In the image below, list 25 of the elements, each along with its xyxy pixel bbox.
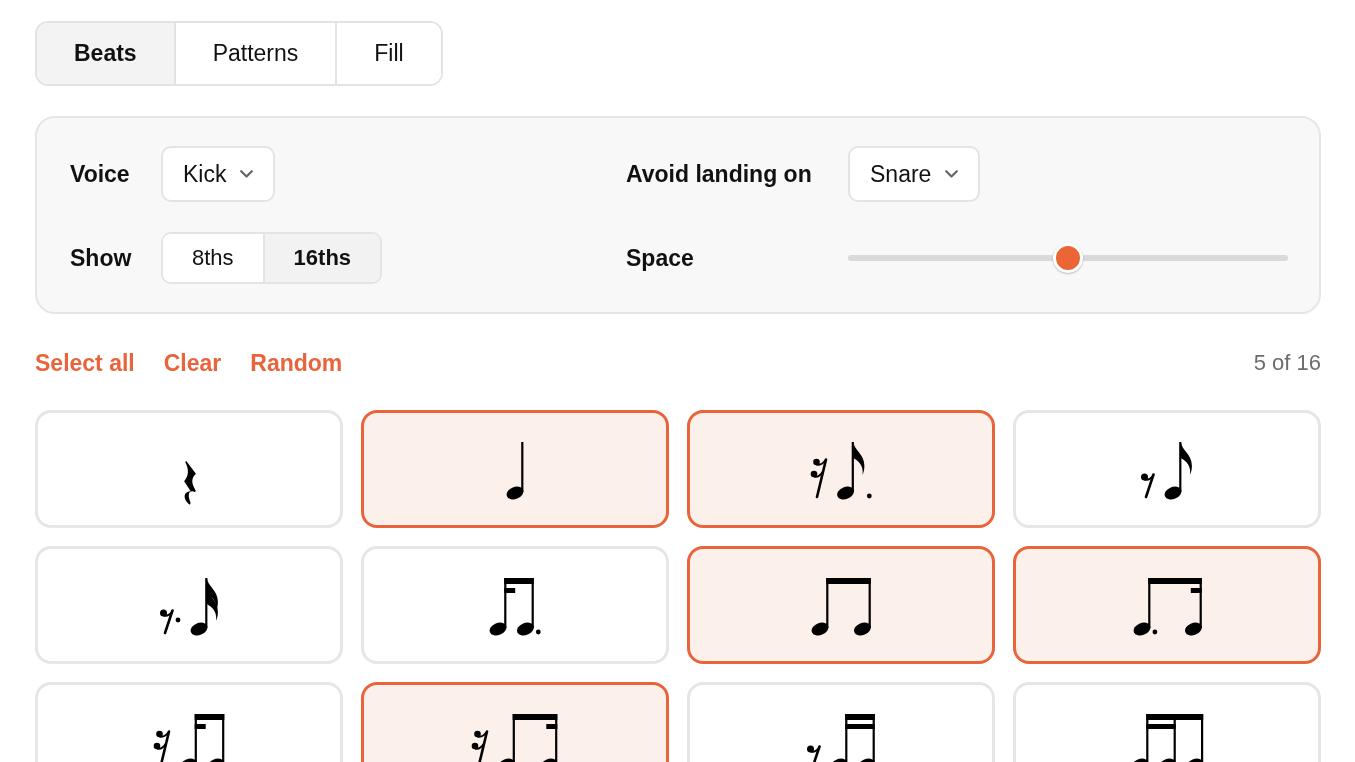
music-notation-icon xyxy=(806,714,876,762)
music-notation-icon xyxy=(809,442,873,500)
rhythm-card[interactable] xyxy=(1013,546,1321,664)
music-notation-icon xyxy=(1131,578,1203,636)
chevron-down-icon xyxy=(945,170,959,178)
dropdown[interactable]: Snare xyxy=(848,146,981,202)
field-label: Voice xyxy=(70,160,131,188)
tab[interactable]: Fill xyxy=(335,23,441,84)
music-notation-icon xyxy=(810,578,872,636)
music-notation-icon xyxy=(152,714,226,762)
toggle-option[interactable]: 16ths xyxy=(262,234,381,282)
field-label: Avoid landing on xyxy=(626,160,813,188)
field-label: Space xyxy=(626,244,695,272)
field-label: Show xyxy=(70,244,133,272)
chevron-down-icon xyxy=(240,170,254,178)
tab[interactable]: Beats xyxy=(37,23,174,84)
music-notation-icon xyxy=(488,578,542,636)
music-notation-icon xyxy=(158,578,220,636)
music-notation-icon xyxy=(505,442,525,500)
music-notation-icon xyxy=(1140,442,1194,500)
music-notation-icon xyxy=(471,714,559,762)
rhythm-card[interactable] xyxy=(687,546,995,664)
dropdown[interactable]: Kick xyxy=(161,146,276,202)
slider-thumb[interactable] xyxy=(1053,243,1083,273)
selection-count: 5 of 16 xyxy=(1253,350,1321,376)
